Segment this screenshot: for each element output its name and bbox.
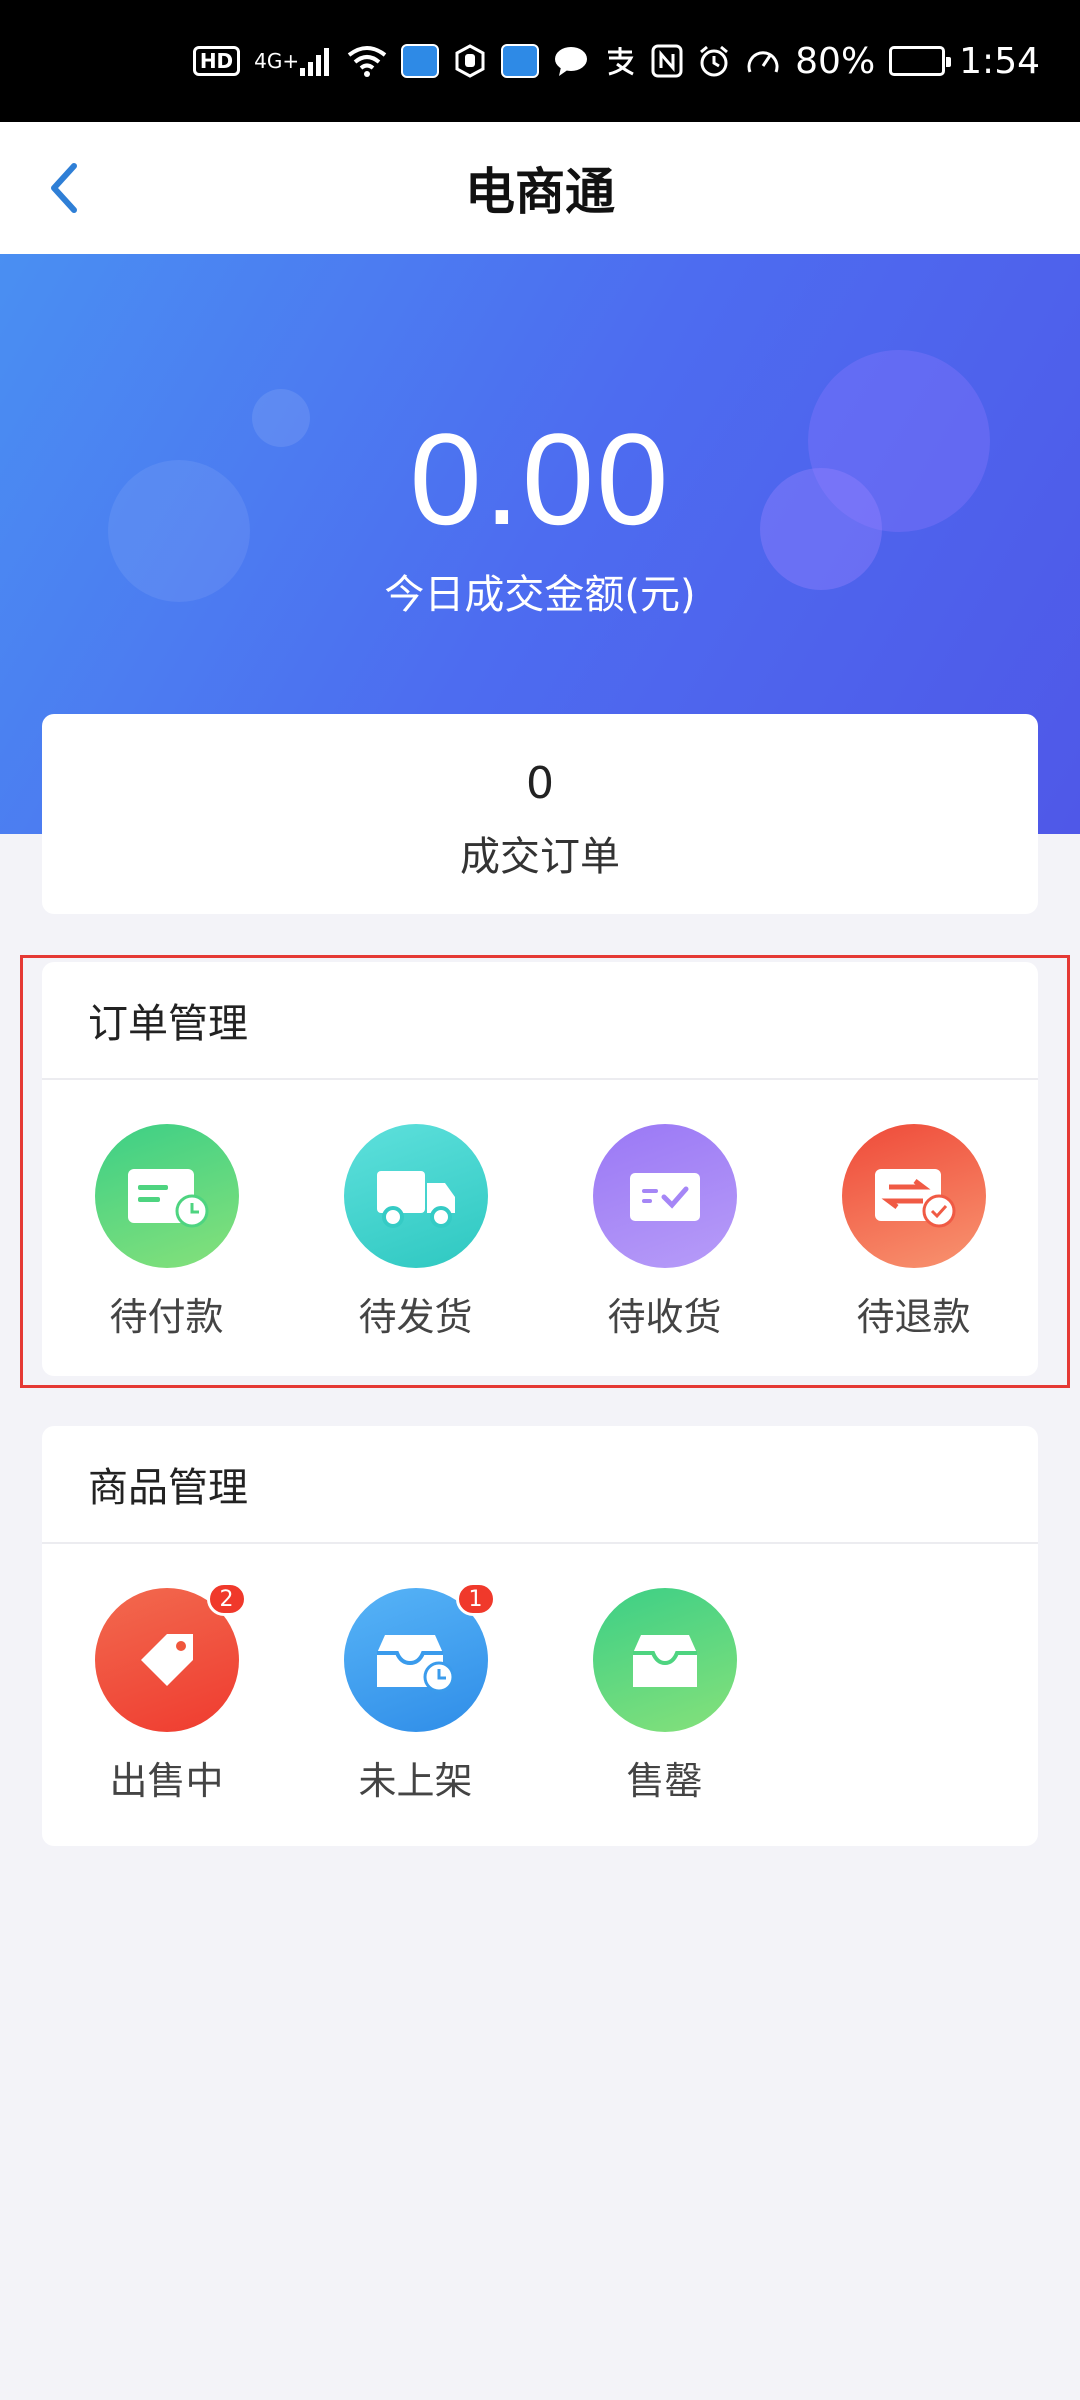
goods-sold-out-label: 售罄 [626,1759,703,1803]
on-sale-count-badge: 2 [206,1582,247,1616]
nfc-icon [651,41,683,81]
price-tag-icon: 2 [94,1582,247,1732]
order-pending-shipment[interactable]: 待发货 [291,1124,540,1341]
inbox-icon [592,1588,737,1732]
order-pending-refund-label: 待退款 [856,1295,971,1339]
status-bar: HD 4G+ 80% 1:54 [0,0,1080,122]
network-type: 4G+ [254,49,300,73]
page-title: 电商通 [465,163,615,221]
order-pending-payment[interactable]: 待付款 [42,1124,291,1341]
goods-not-listed-label: 未上架 [358,1759,473,1803]
goods-not-listed[interactable]: 1 未上架 [291,1582,540,1805]
order-management-card: 订单管理 待付款 待发货 待收货 待退款 [42,962,1038,1376]
app-notification-icon [401,44,440,78]
not-listed-count-badge: 1 [455,1582,496,1616]
truck-icon [343,1124,488,1268]
completed-orders-value: 0 [526,758,554,809]
goods-sold-out[interactable]: 售罄 [540,1588,789,1805]
back-button[interactable] [28,152,100,224]
today-sales-label: 今日成交金额(元) [384,572,696,618]
alarm-icon [697,41,731,81]
hd-icon: HD [192,46,241,76]
order-pending-payment-label: 待付款 [109,1295,224,1339]
inbox-clock-icon: 1 [343,1582,496,1732]
goods-status-grid: 2 出售中 1 未上架 售罄 [42,1544,1038,1805]
refund-icon [841,1124,986,1268]
goods-management-card: 商品管理 2 出售中 1 未上架 售罄 [42,1426,1038,1846]
order-pending-receipt[interactable]: 待收货 [540,1124,789,1341]
signal-icon: 4G+ [254,41,333,81]
completed-orders-card[interactable]: 0 成交订单 [42,714,1038,914]
goods-on-sale[interactable]: 2 出售中 [42,1582,291,1805]
hand-icon [453,41,487,81]
order-pending-shipment-label: 待发货 [358,1295,473,1339]
chevron-left-icon [51,163,77,213]
battery-percent: 80% [795,40,876,82]
pending-payment-icon [94,1124,239,1268]
battery-icon [889,41,952,81]
clock: 1:54 [959,40,1040,82]
chat-bubble-icon [553,41,589,81]
order-status-grid: 待付款 待发货 待收货 待退款 [42,1080,1038,1341]
completed-orders-label: 成交订单 [460,834,620,880]
wifi-icon [347,41,387,81]
today-sales-amount: 0.00 [409,406,671,552]
order-pending-refund[interactable]: 待退款 [789,1124,1038,1341]
goods-management-title: 商品管理 [42,1426,1038,1544]
app-notification-icon-2 [501,44,540,78]
goods-on-sale-label: 出售中 [109,1759,224,1803]
order-management-title: 订单管理 [42,962,1038,1080]
order-pending-receipt-label: 待收货 [607,1295,722,1339]
app-header: 电商通 [0,122,1080,254]
speed-icon [745,41,781,81]
receive-check-icon [592,1124,737,1268]
alipay-icon [603,41,637,81]
